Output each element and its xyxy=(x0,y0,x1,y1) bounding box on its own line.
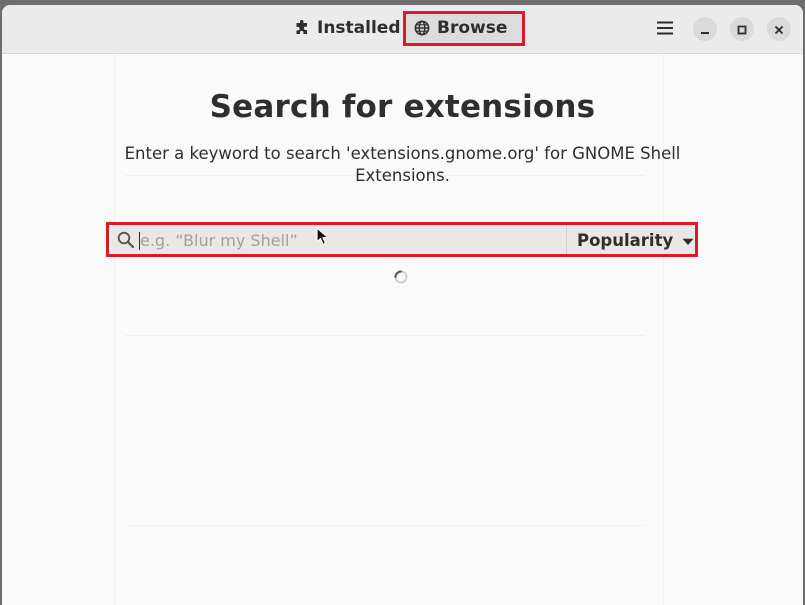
dropdown-arrow-icon xyxy=(682,231,694,250)
hamburger-menu-icon xyxy=(657,20,673,39)
page-subtitle: Enter a keyword to search 'extensions.gn… xyxy=(124,144,681,185)
mouse-pointer-icon xyxy=(316,227,330,251)
search-bar: Popularity xyxy=(111,225,695,256)
sort-dropdown-label: Popularity xyxy=(577,231,674,250)
sort-dropdown[interactable]: Popularity xyxy=(566,225,695,256)
extension-manager-window: Installed Browse Search for extensions E… xyxy=(2,5,803,605)
globe-icon xyxy=(414,20,430,36)
close-button[interactable] xyxy=(767,17,791,41)
minimize-icon xyxy=(700,20,710,39)
text-caret xyxy=(139,232,140,250)
background-content-ghost xyxy=(114,55,664,605)
maximize-icon xyxy=(737,20,747,39)
maximize-button[interactable] xyxy=(730,17,754,41)
puzzle-piece-icon xyxy=(294,20,310,36)
close-icon xyxy=(774,20,784,39)
minimize-button[interactable] xyxy=(693,17,717,41)
header-bar: Installed Browse xyxy=(2,5,803,54)
page-title: Search for extensions xyxy=(209,89,596,125)
search-input[interactable] xyxy=(138,225,563,256)
tab-browse[interactable]: Browse xyxy=(404,12,524,44)
main-menu-button[interactable] xyxy=(651,15,679,43)
tab-installed[interactable]: Installed xyxy=(284,12,401,44)
tab-browse-label: Browse xyxy=(437,18,508,38)
tab-installed-label: Installed xyxy=(317,18,401,38)
loading-spinner-icon xyxy=(393,269,409,289)
search-icon xyxy=(117,231,135,253)
